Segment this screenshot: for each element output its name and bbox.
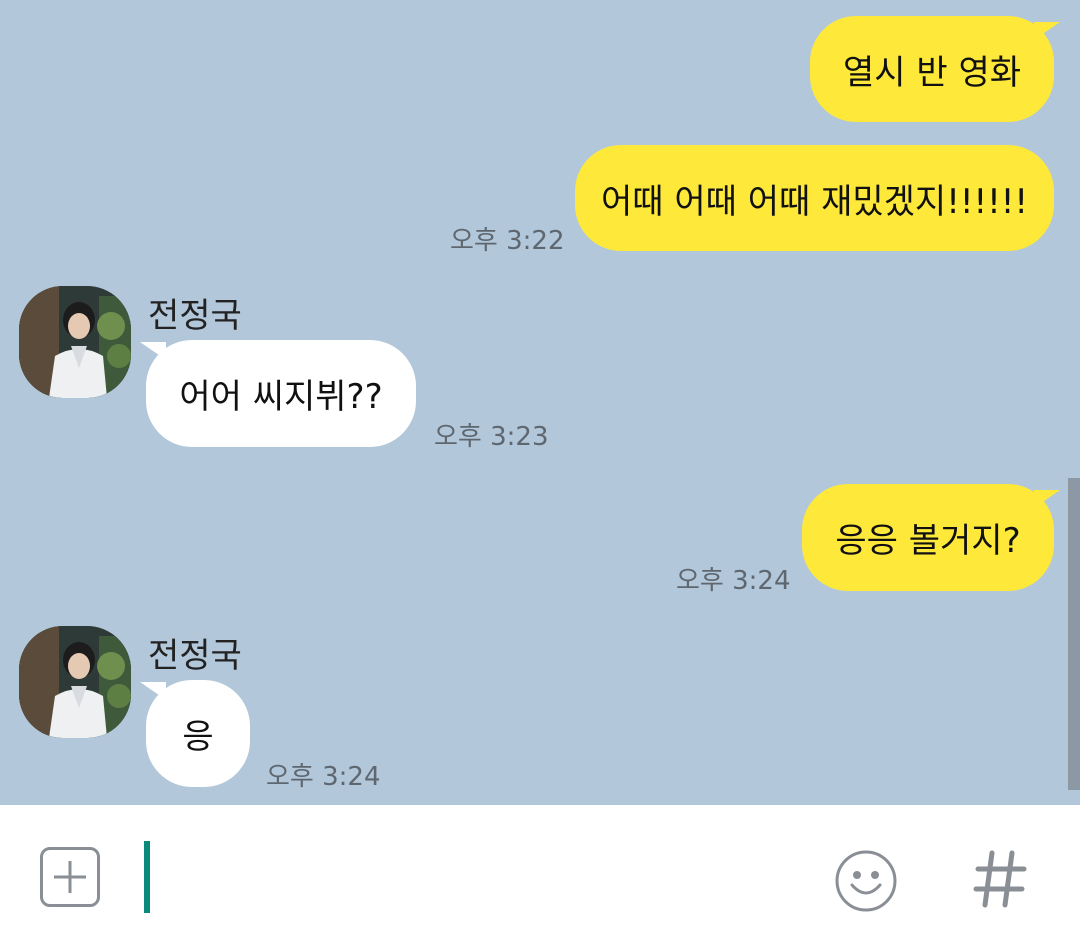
avatar[interactable] [19,286,131,398]
smiley-icon [835,850,897,912]
message-text: 응 [182,717,214,757]
bubble-tail [1034,22,1060,40]
my-message-bubble[interactable]: 열시 반 영화 [810,16,1054,122]
emoji-button[interactable] [834,849,898,913]
message-text: 어어 씨지뷔?? [179,377,383,417]
scrollbar[interactable] [1068,478,1080,790]
composer-bar [0,805,1080,949]
profile-photo [19,286,131,398]
message-time: 오후 3:23 [434,422,549,452]
message-time: 오후 3:24 [676,566,791,596]
their-message-bubble[interactable]: 응 [146,680,250,787]
avatar[interactable] [19,626,131,738]
hashtag-icon [973,850,1027,908]
message-text: 어때 어때 어때 재밌겠지!!!!!! [600,181,1028,222]
my-message-bubble[interactable]: 응응 볼거지? [802,484,1054,591]
hashtag-button[interactable] [972,849,1028,909]
message-text: 열시 반 영화 [842,52,1021,93]
message-time: 오후 3:24 [266,762,381,792]
attach-button[interactable] [40,847,100,907]
sender-name: 전정국 [148,296,242,336]
chat-app: 열시 반 영화 어때 어때 어때 재밌겠지!!!!!! 오후 3:22 전정국 [0,0,1080,949]
message-time: 오후 3:22 [450,226,565,256]
profile-photo [19,626,131,738]
sender-name: 전정국 [148,636,242,676]
bubble-tail [1034,490,1060,508]
their-message-bubble[interactable]: 어어 씨지뷔?? [146,340,416,447]
message-input[interactable] [156,841,800,915]
message-list[interactable]: 열시 반 영화 어때 어때 어때 재밌겠지!!!!!! 오후 3:22 전정국 [0,0,1080,805]
message-text: 응응 볼거지? [835,521,1021,561]
my-message-bubble[interactable]: 어때 어때 어때 재밌겠지!!!!!! [575,145,1054,251]
text-caret [144,841,150,913]
plus-square-icon [54,861,86,893]
